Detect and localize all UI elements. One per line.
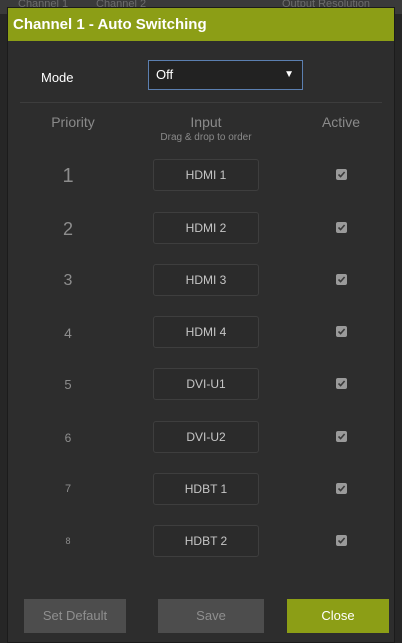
mode-label: Mode <box>41 70 74 85</box>
input-drag-item[interactable]: HDMI 2 <box>153 212 259 244</box>
priority-number: 3 <box>63 272 73 289</box>
priority-row[interactable]: 6 DVI-U2 <box>8 421 394 455</box>
set-default-button[interactable]: Set Default <box>24 599 126 633</box>
mode-select[interactable]: Off ▼ <box>148 60 303 90</box>
input-drag-item[interactable]: HDMI 1 <box>153 159 259 191</box>
header-divider <box>20 102 382 103</box>
priority-row[interactable]: 7 HDBT 1 <box>8 473 394 507</box>
priority-column-header: Priority <box>51 114 95 130</box>
dialog-title: Channel 1 - Auto Switching <box>8 8 394 41</box>
input-drag-item[interactable]: HDMI 4 <box>153 316 259 348</box>
chevron-down-icon: ▼ <box>284 69 294 80</box>
priority-number: 6 <box>64 431 72 445</box>
input-column-header: Input <box>190 114 222 130</box>
input-drag-item[interactable]: DVI-U2 <box>153 421 259 453</box>
active-checkbox[interactable] <box>336 483 347 494</box>
priority-row[interactable]: 3 HDMI 3 <box>8 264 394 298</box>
active-column-header: Active <box>321 114 361 130</box>
priority-row[interactable]: 1 HDMI 1 <box>8 159 394 193</box>
priority-row[interactable]: 2 HDMI 2 <box>8 212 394 246</box>
input-drag-hint: Drag & drop to order <box>160 132 252 143</box>
input-drag-item[interactable]: HDBT 1 <box>153 473 259 505</box>
priority-number: 4 <box>64 325 72 341</box>
priority-row[interactable]: 5 DVI-U1 <box>8 368 394 402</box>
priority-row[interactable]: 8 HDBT 2 <box>8 525 394 559</box>
input-drag-item[interactable]: HDBT 2 <box>153 525 259 557</box>
priority-number: 2 <box>62 219 73 239</box>
active-checkbox[interactable] <box>336 431 347 442</box>
priority-number: 8 <box>65 536 71 546</box>
priority-row[interactable]: 4 HDMI 4 <box>8 316 394 350</box>
input-drag-item[interactable]: HDMI 3 <box>153 264 259 296</box>
active-checkbox[interactable] <box>336 326 347 337</box>
auto-switching-dialog: Channel 1 - Auto Switching Mode Off ▼ Pr… <box>7 7 395 643</box>
save-button[interactable]: Save <box>158 599 264 633</box>
mode-select-value: Off <box>156 67 174 82</box>
priority-number: 1 <box>62 165 74 187</box>
mode-row: Mode Off ▼ <box>8 60 394 96</box>
active-checkbox[interactable] <box>336 222 347 233</box>
close-button[interactable]: Close <box>287 599 389 633</box>
priority-number: 5 <box>64 377 72 392</box>
priority-number: 7 <box>64 483 72 495</box>
active-checkbox[interactable] <box>336 535 347 546</box>
active-checkbox[interactable] <box>336 274 347 285</box>
input-drag-item[interactable]: DVI-U1 <box>153 368 259 400</box>
active-checkbox[interactable] <box>336 169 347 180</box>
active-checkbox[interactable] <box>336 378 347 389</box>
